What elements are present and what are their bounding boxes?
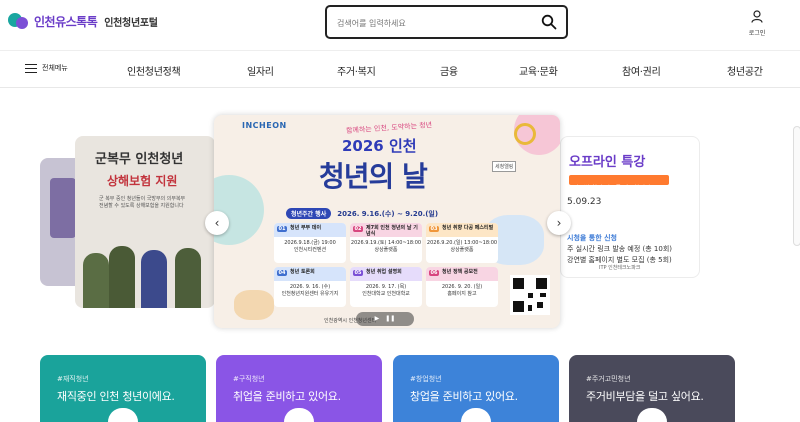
logo-brand: 인천유스톡톡 [34,14,98,29]
incheon-brand: INCHEON [242,121,287,130]
side-scroll-indicator[interactable] [793,126,800,246]
category-text: 취업을 준비하고 있어요. [233,390,341,403]
hamburger-icon [25,63,37,73]
login-label: 로그인 [748,30,766,37]
prev-slide-button[interactable]: ‹ [205,211,229,235]
slide-title: 오프라인 특강 [569,155,646,170]
logo-icon [8,11,30,31]
slide-highlight: 직무별 취업 정보를 제공합니다! [569,175,669,192]
soldier-figure [141,250,167,308]
next-slide-button[interactable]: › [547,211,571,235]
slide-footer: ITP 인천테크노파크 [599,265,641,271]
category-text: 재직중인 인천 청년이에요. [57,390,175,403]
slide-title: 군복무 인천청년 [95,152,184,167]
site-header: 인천유스톡톡 인천청년포털 로그인 [0,0,800,46]
event-card: 02 제7회 인천 청년의 날 기념식 2026.9.19.(토) 14:00~1… [350,223,422,263]
slide-badge: 세청엘링 [492,161,517,172]
banner-slide-military-insurance[interactable]: 군복무 인천청년 상해보험 지원 군 복무 중인 청년들이 국방부의 의무복무 … [75,136,215,308]
search-icon[interactable] [541,14,557,30]
event-card: 05 청년 취업 설명회 2026. 9. 17. (목) 인천대학교 인천대학교 [350,267,422,307]
event-card: 06 청년 정책 공모전 2026. 9. 20. (일) 홈페이지 참고 [426,267,498,307]
user-icon [751,10,763,23]
nav-item-finance[interactable]: 금융 [440,63,458,78]
category-tag: #창업청년 [410,375,442,383]
search-input[interactable] [337,14,527,32]
logo-subtitle: 인천청년포털 [104,17,158,29]
nav-item-participation-rights[interactable]: 참여·권리 [622,63,661,78]
soldier-figure [109,246,135,308]
banner-slide-offline-lecture[interactable]: 오프라인 특강 직무별 취업 정보를 제공합니다! 5.09.23 시청을 통한… [560,136,700,278]
carousel-controls: ▶ ❚❚ [356,312,414,326]
slide-date: 5.09.23 [567,197,602,207]
banner-slide-youth-day[interactable]: INCHEON 함께하는 인천, 도약하는 청년 2026 인천 청년의 날 세… [214,115,560,328]
category-tag: #구직청년 [233,375,265,383]
slide-details: 시청을 통한 신청 주 실시간 링크 발송 예정 (총 10회) 강연별 홈페이… [567,234,672,264]
banner-carousel: 군복무 인천청년 상해보험 지원 군 복무 중인 청년들이 국방부의 의무복무 … [0,88,800,343]
event-period: 청년주간 행사 2026. 9.16.(수) ~ 9.20.(일) [286,208,486,220]
category-card-job-seeking[interactable]: #구직청년 취업을 준비하고 있어요. [216,355,382,422]
category-tag: #재직청년 [57,375,89,383]
nav-item-housing-welfare[interactable]: 주거·복지 [337,63,376,78]
slide-title: 청년의 날 [319,160,428,193]
site-logo[interactable]: 인천유스톡톡 인천청년포털 [8,11,158,31]
category-card-employed[interactable]: #재직청년 재직중인 인천 청년이에요. [40,355,206,422]
qr-code [510,275,550,315]
soldier-figure [175,248,201,308]
login-button[interactable]: 로그인 [746,8,768,37]
category-text: 주거비부담을 덜고 싶어요. [586,390,704,403]
nav-item-education-culture[interactable]: 교육·문화 [519,63,558,78]
nav-item-youth-space[interactable]: 청년공간 [727,63,763,78]
play-icon[interactable]: ▶ [375,316,380,322]
category-card-housing[interactable]: #주거고민청년 주거비부담을 덜고 싶어요. [569,355,735,422]
event-card: 03 청년 취향 다공 페스티벌 2026.9.20.(일) 13:00~18:0… [426,223,498,263]
slide-subtitle: 상해보험 지원 [107,174,178,188]
all-menu-label: 전체메뉴 [42,64,68,72]
pause-icon[interactable]: ❚❚ [385,316,395,322]
nav-item-policy[interactable]: 인천청년정책 [127,63,181,78]
event-card: 01 청년 부부 데이 2026.9.18.(금) 19:00 인천시티컨벤션 [274,223,346,263]
nav-item-jobs[interactable]: 일자리 [247,63,274,78]
category-cards: #재직청년 재직중인 인천 청년이에요. #구직청년 취업을 준비하고 있어요.… [0,355,800,422]
main-nav: 전체메뉴 인천청년정책 일자리 주거·복지 금융 교육·문화 참여·권리 청년공… [0,50,800,88]
event-card: 04 청년 토론회 2026. 9. 16. (수) 인천청년지원센터 유유기지 [274,267,346,307]
soldier-figure [83,253,109,308]
category-card-startup[interactable]: #창업청년 창업을 준비하고 있어요. [393,355,559,422]
slide-year-label: 2026 인천 [342,137,417,155]
slide-description: 군 복무 중인 청년들이 국방부의 의무복무 전념할 수 있도록 상해보험을 지… [99,196,186,209]
slide-tagline: 함께하는 인천, 도약하는 청년 [345,121,433,135]
search-box [325,5,568,39]
all-menu-button[interactable]: 전체메뉴 [25,63,68,73]
category-text: 창업을 준비하고 있어요. [410,390,518,403]
category-tag: #주거고민청년 [586,375,631,383]
